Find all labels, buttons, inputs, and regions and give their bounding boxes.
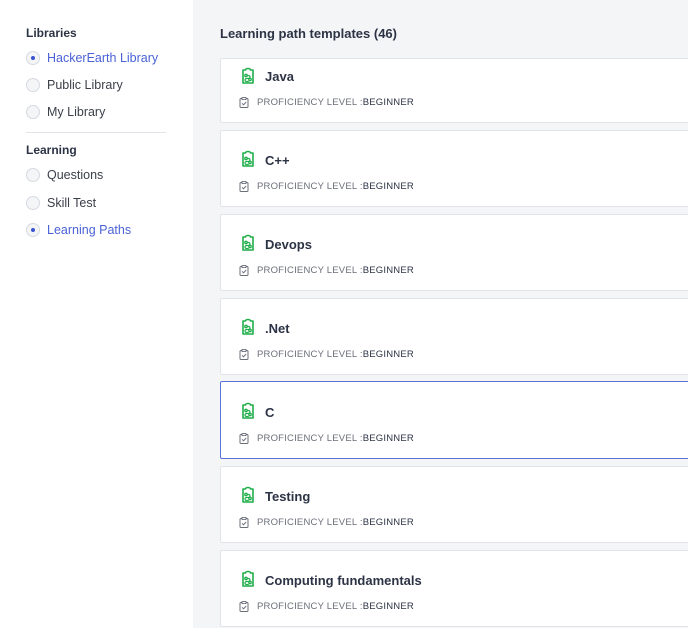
card-title: Devops [265,237,312,252]
radio[interactable] [26,196,40,210]
sidebar: Libraries HackerEarth Library Public Lib… [0,0,193,628]
learning-path-card-dotnet[interactable]: .Net PROFICIENCY LEVEL : BEGINNER [220,298,688,375]
proficiency-label: PROFICIENCY LEVEL : [257,601,363,612]
radio-selected[interactable] [26,51,40,65]
card-meta: PROFICIENCY LEVEL : BEGINNER [239,265,414,276]
sidebar-item-questions[interactable]: Questions [26,167,103,183]
sidebar-item-label: Learning Paths [47,223,132,237]
radio[interactable] [26,105,40,119]
card-title: Computing fundamentals [265,573,422,588]
learning-path-icon [242,318,254,335]
proficiency-label: PROFICIENCY LEVEL : [257,433,363,444]
clipboard-check-icon [239,601,249,612]
proficiency-label: PROFICIENCY LEVEL : [257,517,363,528]
learning-path-card-c[interactable]: C PROFICIENCY LEVEL : BEGINNER [220,381,688,459]
clipboard-check-icon [239,97,249,108]
sidebar-item-label: Public Library [47,78,123,92]
radio[interactable] [26,78,40,92]
proficiency-label: PROFICIENCY LEVEL : [257,181,363,192]
proficiency-value: BEGINNER [362,601,414,612]
card-title: C++ [265,153,290,168]
learning-path-card-java[interactable]: Java PROFICIENCY LEVEL : BEGINNER [220,58,688,123]
card-meta: PROFICIENCY LEVEL : BEGINNER [239,433,414,444]
proficiency-label: PROFICIENCY LEVEL : [257,265,363,276]
learning-path-icon [242,486,254,503]
learning-path-icon [242,150,254,167]
page-title: Learning path templates (46) [220,26,397,41]
clipboard-check-icon [239,349,249,360]
sidebar-item-skill-test[interactable]: Skill Test [26,195,96,211]
clipboard-check-icon [239,181,249,192]
card-title: Java [265,69,294,84]
radio[interactable] [26,168,40,182]
learning-path-card-testing[interactable]: Testing PROFICIENCY LEVEL : BEGINNER [220,466,688,543]
card-title: C [265,405,275,420]
learning-path-card-cpp[interactable]: C++ PROFICIENCY LEVEL : BEGINNER [220,130,688,207]
card-meta: PROFICIENCY LEVEL : BEGINNER [239,517,414,528]
sidebar-divider [26,132,166,133]
libraries-heading: Libraries [26,26,77,40]
card-meta: PROFICIENCY LEVEL : BEGINNER [239,601,414,612]
radio-selected[interactable] [26,223,40,237]
sidebar-item-hackerearth-library[interactable]: HackerEarth Library [26,50,158,66]
sidebar-item-label: Questions [47,168,104,182]
learning-path-icon [242,234,254,251]
sidebar-item-label: Skill Test [47,196,97,210]
card-title: Testing [265,489,311,504]
learning-heading: Learning [26,143,77,157]
sidebar-item-public-library[interactable]: Public Library [26,77,123,93]
card-meta: PROFICIENCY LEVEL : BEGINNER [239,97,414,108]
learning-path-icon [242,67,254,84]
proficiency-value: BEGINNER [362,265,414,276]
clipboard-check-icon [239,517,249,528]
card-meta: PROFICIENCY LEVEL : BEGINNER [239,181,414,192]
learning-path-card-devops[interactable]: Devops PROFICIENCY LEVEL : BEGINNER [220,214,688,291]
proficiency-value: BEGINNER [362,181,414,192]
sidebar-item-my-library[interactable]: My Library [26,104,105,120]
proficiency-label: PROFICIENCY LEVEL : [257,97,363,108]
proficiency-value: BEGINNER [362,349,414,360]
learning-path-card-computing-fundamentals[interactable]: Computing fundamentals PROFICIENCY LEVEL… [220,550,688,627]
clipboard-check-icon [239,433,249,444]
sidebar-item-label: HackerEarth Library [47,51,159,65]
learning-path-icon [242,570,254,587]
proficiency-value: BEGINNER [362,97,414,108]
sidebar-item-label: My Library [47,105,106,119]
clipboard-check-icon [239,265,249,276]
sidebar-item-learning-paths[interactable]: Learning Paths [26,222,131,238]
proficiency-label: PROFICIENCY LEVEL : [257,349,363,360]
proficiency-value: BEGINNER [362,433,414,444]
card-title: .Net [265,321,290,336]
proficiency-value: BEGINNER [362,517,414,528]
card-meta: PROFICIENCY LEVEL : BEGINNER [239,349,414,360]
learning-path-icon [242,402,254,419]
